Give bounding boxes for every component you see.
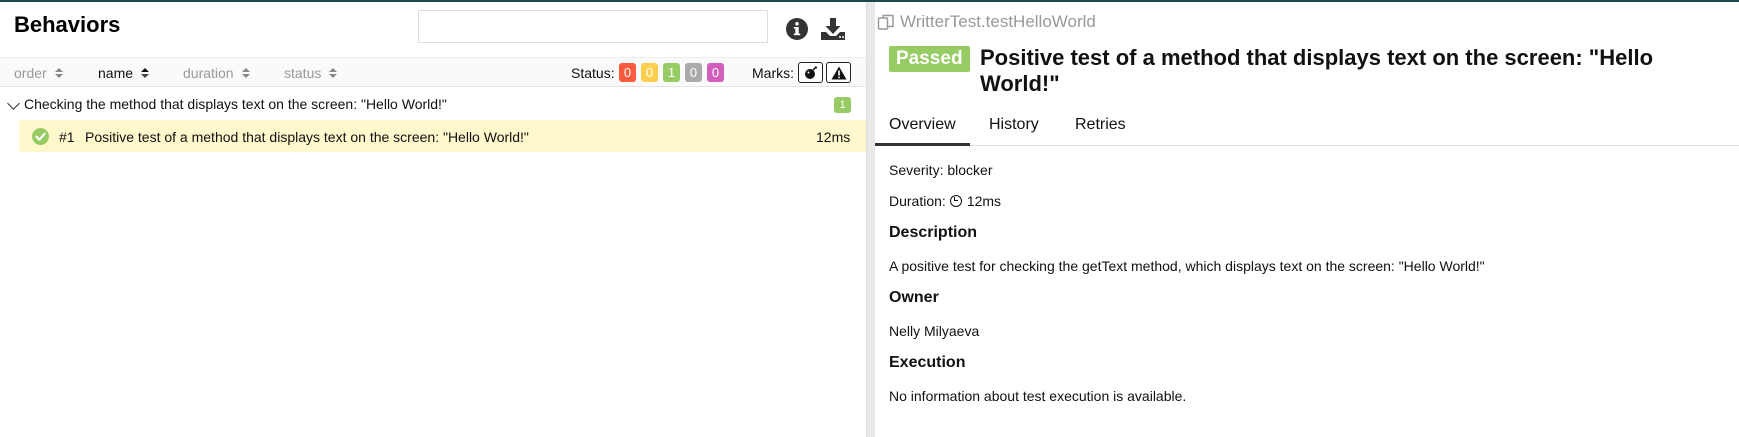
tab-overview[interactable]: Overview — [875, 109, 970, 146]
description-heading: Description — [889, 224, 978, 241]
sort-name[interactable]: name — [98, 65, 150, 81]
clock-icon — [949, 195, 962, 207]
status-broken-badge[interactable]: 0 — [641, 63, 658, 82]
test-number: #1 — [59, 129, 75, 145]
sort-order-label: order — [14, 65, 47, 81]
owner-name: Nelly Milyaeva — [889, 323, 980, 339]
breadcrumb: WritterTest.testHelloWorld — [877, 12, 1096, 32]
sort-duration-label: duration — [183, 65, 234, 81]
passed-check-icon — [32, 128, 49, 145]
group-passed-count: 1 — [834, 97, 851, 113]
tab-retries[interactable]: Retries — [1061, 109, 1140, 146]
behavior-group-row[interactable]: Checking the method that displays text o… — [0, 88, 866, 118]
execution-text: No information about test execution is a… — [889, 388, 1187, 404]
duration-label: Duration: — [889, 193, 946, 209]
bomb-icon[interactable] — [798, 62, 823, 83]
test-name: Positive test of a method that displays … — [85, 129, 529, 145]
breadcrumb-test-path: WritterTest.testHelloWorld — [900, 12, 1096, 31]
duration-field: Duration: 12ms — [889, 193, 1001, 209]
status-filter-label: Status: — [571, 65, 615, 81]
detail-tabs: Overview History Retries — [875, 109, 1739, 146]
search-input[interactable] — [418, 10, 768, 43]
copy-icon[interactable] — [877, 13, 895, 31]
info-icon[interactable] — [785, 17, 809, 41]
sort-name-label: name — [98, 65, 134, 81]
sort-arrows-icon — [241, 68, 250, 78]
duration-value: 12ms — [966, 193, 1002, 209]
chevron-down-icon — [7, 97, 20, 110]
sort-arrows-icon — [329, 68, 338, 78]
sort-arrows-icon — [141, 68, 150, 78]
sort-order[interactable]: order — [14, 65, 63, 81]
sort-arrows-icon — [54, 68, 63, 78]
download-icon[interactable] — [820, 17, 845, 41]
test-title: Positive test of a method that displays … — [980, 45, 1654, 96]
group-title: Checking the method that displays text o… — [24, 96, 447, 112]
status-badge: Passed — [889, 46, 970, 72]
status-failed-badge[interactable]: 0 — [619, 63, 636, 82]
status-skipped-badge[interactable]: 0 — [685, 63, 702, 82]
page-title: Behaviors — [14, 12, 121, 37]
behaviors-header: Behaviors — [0, 2, 866, 57]
sort-bar: order name duration status Status: 0 0 1… — [0, 57, 866, 87]
warning-icon[interactable] — [826, 62, 851, 83]
tab-history[interactable]: History — [975, 109, 1053, 146]
severity-field: Severity: blocker — [889, 162, 993, 178]
description-text: A positive test for checking the getText… — [889, 258, 1485, 274]
marks-filter-label: Marks: — [752, 65, 794, 81]
test-duration: 12ms — [816, 129, 851, 145]
status-passed-badge[interactable]: 1 — [663, 63, 680, 82]
behaviors-pane: Behaviors order name duration status Sta… — [0, 2, 866, 437]
execution-heading: Execution — [889, 354, 966, 371]
sort-status[interactable]: status — [284, 65, 338, 81]
sort-duration[interactable]: duration — [183, 65, 250, 81]
test-row[interactable]: #1 Positive test of a method that displa… — [19, 120, 866, 152]
sort-status-label: status — [284, 65, 322, 81]
test-details-pane: WritterTest.testHelloWorld Passed Positi… — [875, 2, 1739, 437]
status-unknown-badge[interactable]: 0 — [707, 63, 724, 82]
owner-heading: Owner — [889, 289, 939, 306]
pane-resize-handle[interactable] — [866, 2, 875, 437]
